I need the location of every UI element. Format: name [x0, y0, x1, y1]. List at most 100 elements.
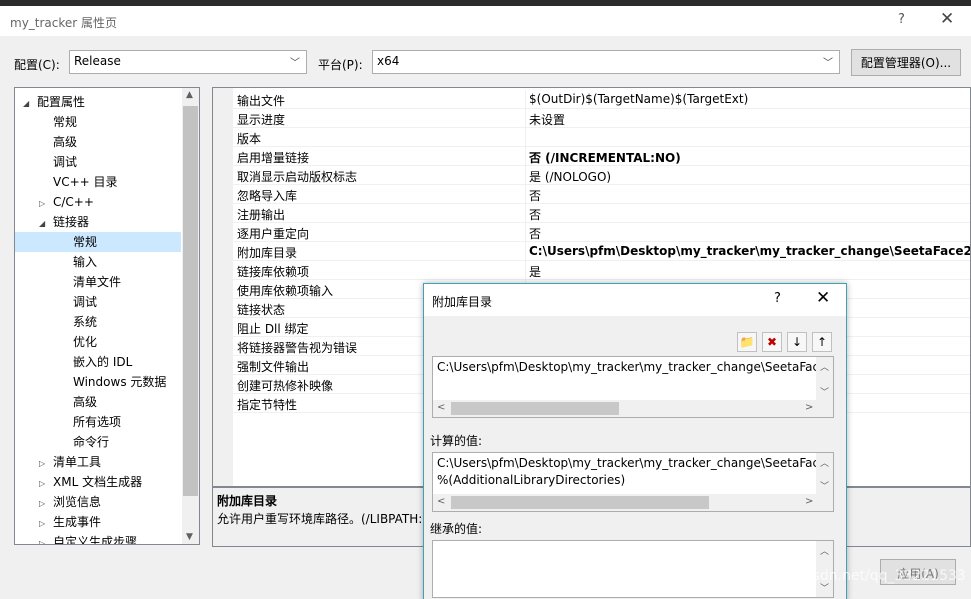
property-name: 链接状态	[237, 303, 286, 317]
tree-item-label: 系统	[73, 315, 98, 329]
tree-item-label: 清单工具	[53, 455, 102, 469]
scroll-down-icon[interactable]: ▼	[186, 532, 193, 542]
move-down-icon[interactable]: ↓	[787, 332, 807, 352]
help-icon[interactable]: ?	[898, 12, 905, 27]
tree-item[interactable]: ◢ 链接器	[15, 212, 181, 232]
tree-item[interactable]: ▷ XML 文档生成器	[15, 472, 181, 492]
property-tree[interactable]: ◢ 配置属性 常规 高级 调试 VC++ 目录 ▷ C/C++ ◢ 链接器 常规 输入 清单文件 调试 系统…	[14, 87, 200, 545]
tree-item-label: 高级	[73, 395, 98, 409]
collapsed-triangle-icon[interactable]: ▷	[39, 454, 53, 474]
property-value[interactable]: 是 (/NOLOGO)	[529, 168, 611, 185]
collapsed-triangle-icon[interactable]: ▷	[39, 474, 53, 494]
close-icon[interactable]: ✕	[816, 288, 830, 308]
property-row[interactable]: 逐用户重定向 否	[213, 223, 970, 242]
property-row[interactable]: 版本	[213, 128, 970, 147]
scroll-down-icon[interactable]: ﹀	[820, 479, 829, 492]
tree-item-label: 嵌入的 IDL	[73, 355, 133, 369]
config-combo[interactable]: Release ﹀	[69, 50, 307, 74]
tree-item[interactable]: 嵌入的 IDL	[15, 352, 181, 372]
vertical-scrollbar[interactable]: ▲ ▼	[182, 88, 199, 544]
property-name: 显示进度	[237, 113, 286, 127]
property-value[interactable]: $(OutDir)$(TargetName)$(TargetExt)	[529, 92, 748, 106]
property-value[interactable]: C:\Users\pfm\Desktop\my_tracker\my_track…	[529, 244, 970, 258]
computed-box: C:\Users\pfm\Desktop\my_tracker\my_track…	[432, 452, 834, 512]
property-value[interactable]: 否	[529, 187, 541, 204]
scroll-up-icon[interactable]: ︿	[820, 544, 829, 557]
tree-item[interactable]: ▷ 生成事件	[15, 512, 181, 532]
tree-item[interactable]: ▷ 浏览信息	[15, 492, 181, 512]
tree-item[interactable]: 高级	[15, 392, 181, 412]
tree-item[interactable]: VC++ 目录	[15, 172, 181, 192]
property-row[interactable]: 链接库依赖项 是	[213, 261, 970, 280]
tree-item-label: 调试	[73, 295, 98, 309]
tree-item[interactable]: 所有选项	[15, 412, 181, 432]
scroll-up-icon[interactable]: ︿	[820, 456, 829, 469]
property-name: 创建可热修补映像	[237, 379, 334, 393]
property-value[interactable]: 未设置	[529, 111, 565, 128]
collapsed-triangle-icon[interactable]: ▷	[39, 494, 53, 514]
config-manager-button[interactable]: 配置管理器(O)...	[851, 49, 961, 76]
tree-item[interactable]: 调试	[15, 152, 181, 172]
property-row[interactable]: 注册输出 否	[213, 204, 970, 223]
property-value[interactable]: 否 (/INCREMENTAL:NO)	[529, 149, 681, 166]
scroll-right-icon[interactable]: >	[805, 496, 813, 507]
scroll-down-icon[interactable]: ﹀	[820, 385, 829, 398]
tree-item[interactable]: 系统	[15, 312, 181, 332]
tree-item[interactable]: 清单文件	[15, 272, 181, 292]
property-row[interactable]: 附加库目录 C:\Users\pfm\Desktop\my_tracker\my_…	[213, 242, 970, 261]
scroll-right-icon[interactable]: >	[805, 402, 813, 413]
property-row[interactable]: 取消显示启动版权标志 是 (/NOLOGO)	[213, 166, 970, 185]
collapsed-triangle-icon[interactable]: ▷	[39, 534, 53, 544]
horizontal-scrollbar[interactable]: < >	[433, 400, 833, 417]
property-value[interactable]: 否	[529, 206, 541, 223]
tree-item[interactable]: 常规	[15, 232, 181, 252]
expanded-triangle-icon[interactable]: ◢	[39, 214, 53, 234]
tree-item-label: 输入	[73, 255, 98, 269]
directory-entry[interactable]: C:\Users\pfm\Desktop\my_tracker\my_track…	[437, 360, 833, 374]
collapsed-triangle-icon[interactable]: ▷	[39, 194, 53, 214]
move-up-icon[interactable]: ↑	[812, 332, 832, 352]
description-text: 允许用户重写环境库路径。(/LIBPATH:	[217, 512, 423, 526]
property-row[interactable]: 输出文件 $(OutDir)$(TargetName)$(TargetExt)	[213, 90, 970, 109]
scroll-left-icon[interactable]: <	[437, 402, 445, 413]
property-name: 将链接器警告视为错误	[237, 341, 358, 355]
tree-item[interactable]: ▷ 自定义生成步骤	[15, 532, 181, 544]
tree-item[interactable]: 高级	[15, 132, 181, 152]
tree-item[interactable]: ◢ 配置属性	[15, 92, 181, 112]
tree-item[interactable]: 命令行	[15, 432, 181, 452]
tree-item[interactable]: 常规	[15, 112, 181, 132]
scroll-thumb[interactable]	[183, 106, 198, 496]
scroll-up-icon[interactable]: ︿	[820, 360, 829, 373]
tree-item-label: XML 文档生成器	[53, 475, 143, 489]
help-icon[interactable]: ?	[774, 291, 781, 306]
delete-icon[interactable]: ✖	[762, 332, 782, 352]
property-value[interactable]: 否	[529, 225, 541, 242]
platform-combo[interactable]: x64 ﹀	[372, 50, 840, 74]
tree-item[interactable]: 输入	[15, 252, 181, 272]
close-icon[interactable]: ✕	[940, 9, 954, 29]
property-value[interactable]: 是	[529, 263, 541, 280]
property-row[interactable]: 忽略导入库 否	[213, 185, 970, 204]
scroll-up-icon[interactable]: ▲	[186, 90, 193, 100]
tree-item[interactable]: ▷ C/C++	[15, 192, 181, 212]
expanded-triangle-icon[interactable]: ◢	[23, 94, 37, 114]
tree-item[interactable]: Windows 元数据	[15, 372, 181, 392]
directories-edit-box[interactable]: C:\Users\pfm\Desktop\my_tracker\my_track…	[432, 356, 834, 418]
collapsed-triangle-icon[interactable]: ▷	[39, 514, 53, 534]
tree-item[interactable]: 优化	[15, 332, 181, 352]
additional-library-directories-dialog: 附加库目录 ? ✕ 📁 ✖ ↓ ↑ C:\Users\pfm\Desktop\m…	[423, 283, 847, 599]
horizontal-scrollbar[interactable]: < >	[433, 494, 833, 511]
tree-item[interactable]: ▷ 清单工具	[15, 452, 181, 472]
property-row[interactable]: 启用增量链接 否 (/INCREMENTAL:NO)	[213, 147, 970, 166]
tree-item[interactable]: 调试	[15, 292, 181, 312]
vertical-scrollbar[interactable]: ︿ ﹀	[816, 357, 833, 401]
scroll-left-icon[interactable]: <	[437, 496, 445, 507]
computed-label: 计算的值:	[430, 434, 483, 448]
scroll-thumb[interactable]	[451, 496, 709, 509]
vertical-scrollbar[interactable]: ︿ ﹀	[816, 453, 833, 495]
property-name: 强制文件输出	[237, 360, 310, 374]
scroll-thumb[interactable]	[451, 402, 619, 415]
property-name: 逐用户重定向	[237, 227, 310, 241]
new-folder-icon[interactable]: 📁	[737, 332, 757, 352]
property-row[interactable]: 显示进度 未设置	[213, 109, 970, 128]
